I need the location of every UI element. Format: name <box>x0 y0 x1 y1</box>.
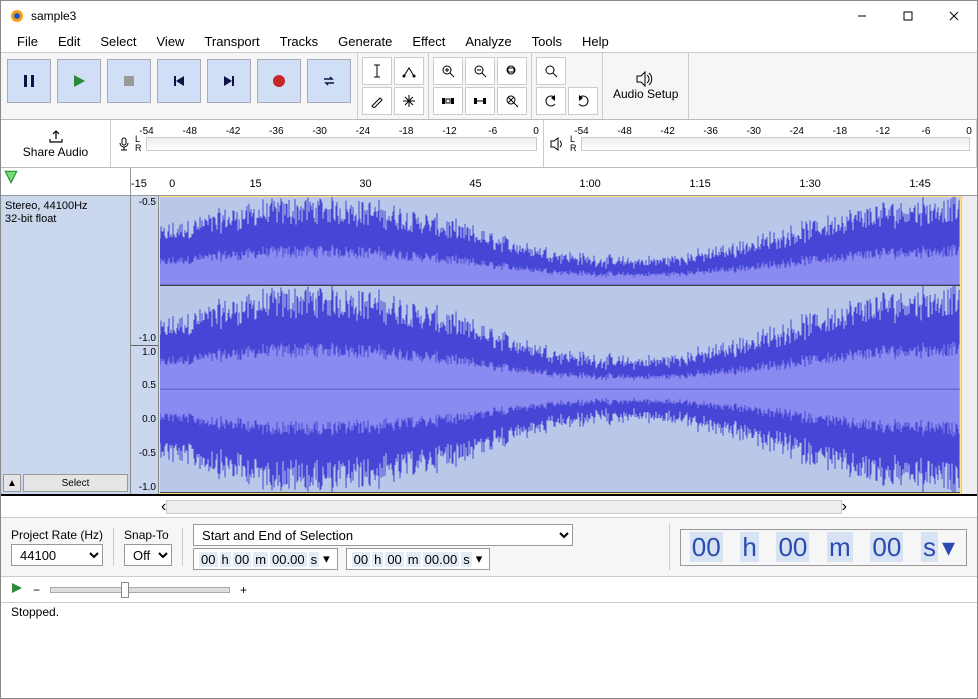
draw-tool[interactable] <box>362 87 392 115</box>
skip-end-button[interactable] <box>207 59 251 103</box>
zoom-out-button[interactable] <box>465 57 495 85</box>
zoom-toggle-button[interactable] <box>536 57 566 85</box>
scroll-right-icon[interactable]: › <box>842 498 847 516</box>
close-button[interactable] <box>931 1 977 31</box>
selection-end-time[interactable]: 00 h 00 m 00.00 s▾ <box>346 548 491 570</box>
skip-start-button[interactable] <box>157 59 201 103</box>
selection-start-time[interactable]: 00 h 00 m 00.00 s▾ <box>193 548 338 570</box>
zoom-in-button[interactable] <box>433 57 463 85</box>
play-at-speed-toolbar: − + <box>1 577 977 603</box>
playhead-icon[interactable] <box>3 170 19 184</box>
zoom-toolbar <box>429 53 532 119</box>
selection-mode-select[interactable]: Start and End of Selection <box>193 524 573 546</box>
amplitude-axis: -0.5-1.0 1.00.50.0-0.5-1.0 <box>131 196 159 494</box>
lr-label: LR <box>570 135 577 153</box>
waveform-display[interactable] <box>159 196 961 494</box>
playback-meter[interactable]: LR -54-48-42-36-30-24-18-12-60 <box>544 120 977 167</box>
menu-generate[interactable]: Generate <box>328 32 402 51</box>
envelope-tool[interactable] <box>394 57 424 85</box>
redo-button[interactable] <box>568 87 598 115</box>
project-rate-select[interactable]: 44100 <box>11 544 103 566</box>
silence-button[interactable] <box>465 87 495 115</box>
minimize-button[interactable] <box>839 1 885 31</box>
trim-button[interactable] <box>433 87 463 115</box>
lr-label: LR <box>135 135 142 153</box>
track-select-button[interactable]: Select <box>23 474 128 492</box>
app-icon <box>9 8 25 24</box>
menu-tools[interactable]: Tools <box>522 32 572 51</box>
window-title: sample3 <box>31 9 839 23</box>
snap-to-label: Snap-To <box>124 528 172 542</box>
track-format: Stereo, 44100Hz <box>5 200 126 213</box>
edit-toolbar <box>532 53 603 119</box>
play-scale[interactable]: -54-48-42-36-30-24-18-12-60 <box>581 137 971 151</box>
ruler-gutter <box>1 168 131 195</box>
selection-toolbar: Project Rate (Hz) 44100 Snap-To Off Star… <box>1 518 977 577</box>
titlebar: sample3 <box>1 1 977 31</box>
share-audio-button[interactable]: Share Audio <box>1 120 111 167</box>
audio-setup-button[interactable]: Audio Setup <box>603 53 689 119</box>
fit-selection-button[interactable] <box>497 57 527 85</box>
tools-toolbar <box>358 53 429 119</box>
timeline-ruler[interactable]: -1501530451:001:151:301:45 <box>1 168 977 196</box>
recording-meter[interactable]: LR -54-48-42-36-30-24-18-12-60 <box>111 120 544 167</box>
project-rate-label: Project Rate (Hz) <box>11 528 103 542</box>
snap-to-select[interactable]: Off <box>124 544 172 566</box>
track-collapse-button[interactable]: ▲ <box>3 474 21 492</box>
record-button[interactable] <box>257 59 301 103</box>
speed-minus: − <box>33 583 40 597</box>
waveform-right[interactable] <box>160 286 960 493</box>
vertical-scrollbar[interactable] <box>961 196 977 494</box>
maximize-button[interactable] <box>885 1 931 31</box>
share-icon <box>48 129 64 143</box>
menu-effect[interactable]: Effect <box>402 32 455 51</box>
toolbar-row: Audio Setup <box>1 53 977 120</box>
mic-icon <box>117 137 131 151</box>
pause-button[interactable] <box>7 59 51 103</box>
horizontal-scrollbar-row: ‹ › <box>1 496 977 518</box>
track-area: Stereo, 44100Hz 32-bit float ▲ Select -0… <box>1 196 977 496</box>
menu-tracks[interactable]: Tracks <box>270 32 329 51</box>
play-at-speed-button[interactable] <box>11 582 23 597</box>
menu-view[interactable]: View <box>147 32 195 51</box>
menu-help[interactable]: Help <box>572 32 619 51</box>
track-control-panel[interactable]: Stereo, 44100Hz 32-bit float ▲ Select <box>1 196 131 494</box>
status-bar: Stopped. <box>1 603 977 623</box>
speed-plus: + <box>240 583 247 597</box>
track-info: Stereo, 44100Hz 32-bit float <box>3 198 128 228</box>
waveform-left[interactable] <box>160 197 960 286</box>
multi-tool[interactable] <box>394 87 424 115</box>
slider-thumb[interactable] <box>121 582 129 598</box>
track-depth: 32-bit float <box>5 213 126 226</box>
menubar: FileEditSelectViewTransportTracksGenerat… <box>1 31 977 53</box>
share-label: Share Audio <box>23 145 88 159</box>
menu-select[interactable]: Select <box>90 32 146 51</box>
ruler-scale[interactable]: -1501530451:001:151:301:45 <box>131 168 977 195</box>
playback-speed-slider[interactable] <box>50 587 230 593</box>
speaker-icon <box>636 71 656 87</box>
horizontal-scrollbar[interactable] <box>166 500 841 514</box>
rec-scale[interactable]: -54-48-42-36-30-24-18-12-60 <box>146 137 538 151</box>
menu-edit[interactable]: Edit <box>48 32 90 51</box>
menu-transport[interactable]: Transport <box>194 32 269 51</box>
play-button[interactable] <box>57 59 101 103</box>
stop-button[interactable] <box>107 59 151 103</box>
selection-tool[interactable] <box>362 57 392 85</box>
loop-button[interactable] <box>307 59 351 103</box>
menu-file[interactable]: File <box>7 32 48 51</box>
undo-button[interactable] <box>536 87 566 115</box>
speaker-icon <box>550 137 566 151</box>
audio-setup-label: Audio Setup <box>613 87 678 101</box>
audio-position-display[interactable]: 00 h 00 m 00 s▾ <box>680 529 967 566</box>
menu-analyze[interactable]: Analyze <box>455 32 521 51</box>
meters-row: Share Audio LR -54-48-42-36-30-24-18-12-… <box>1 120 977 168</box>
transport-toolbar <box>1 53 358 119</box>
fit-project-button[interactable] <box>497 87 527 115</box>
